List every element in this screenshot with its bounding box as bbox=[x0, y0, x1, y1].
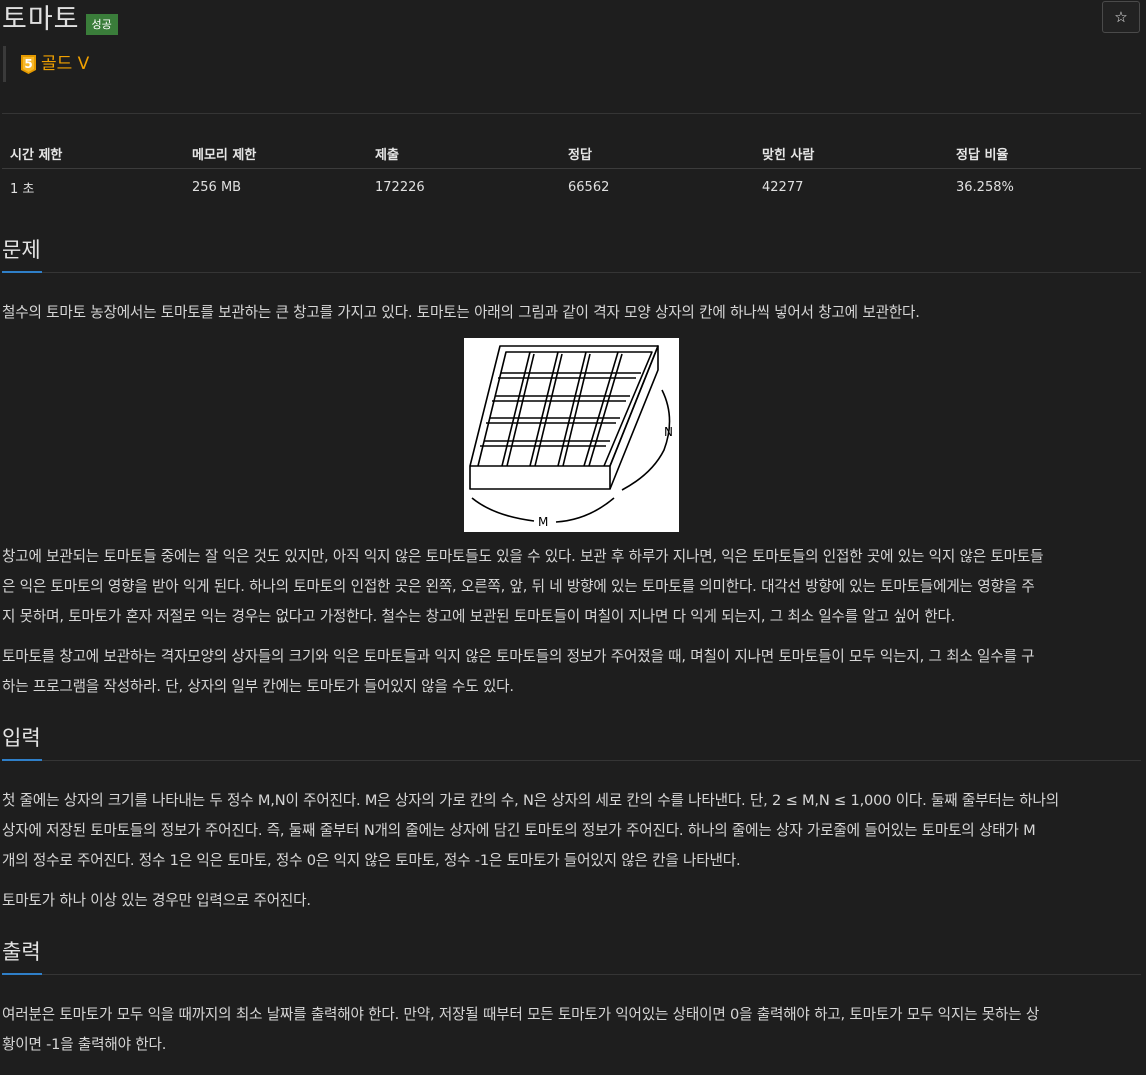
problem-paragraph: 철수의 토마토 농장에서는 토마토를 보관하는 큰 창고를 가지고 있다. 토마… bbox=[2, 304, 920, 321]
tomato-box-diagram: N M bbox=[469, 345, 673, 529]
section-title-output: 출력 bbox=[2, 940, 41, 964]
tomato-box-figure: N M bbox=[464, 338, 679, 532]
output-paragraph-line: 황이면 -1을 출력해야 한다. bbox=[2, 1036, 167, 1053]
table-header-cell: 정답 비율 bbox=[956, 147, 1009, 163]
output-paragraph-line: 여러분은 토마토가 모두 익을 때까지의 최소 날짜를 출력해야 한다. 만약,… bbox=[2, 1006, 1040, 1023]
input-paragraph-line: 토마토가 하나 이상 있는 경우만 입력으로 주어진다. bbox=[2, 892, 311, 909]
tier-block: 5 골드 V bbox=[3, 46, 89, 82]
problem-title: 토마토 bbox=[2, 4, 80, 35]
table-header-cell: 정답 bbox=[568, 147, 592, 163]
input-paragraph-line: 개의 정수로 주어진다. 정수 1은 익은 토마토, 정수 0은 익지 않은 토… bbox=[2, 852, 741, 869]
table-header-cell: 맞힌 사람 bbox=[762, 147, 815, 163]
section-divider bbox=[2, 974, 1141, 975]
section-divider bbox=[2, 272, 1141, 273]
submissions-value[interactable]: 172226 bbox=[367, 180, 560, 195]
solved-users-value[interactable]: 42277 bbox=[754, 180, 948, 195]
memory-limit-value: 256 MB bbox=[192, 179, 242, 195]
problem-info-table: 시간 제한 메모리 제한 제출 정답 맞힌 사람 정답 비율 1 초 256 M… bbox=[2, 138, 1141, 205]
problem-paragraph-line: 은 익은 토마토의 영향을 받아 익게 된다. 하나의 토마토의 인접한 곳은 … bbox=[2, 578, 1035, 595]
accept-ratio-value: 36.258% bbox=[956, 179, 1014, 195]
input-paragraph-line: 첫 줄에는 상자의 크기를 나타내는 두 정수 M,N이 주어진다. M은 상자… bbox=[2, 792, 1059, 809]
section-accent bbox=[2, 973, 42, 975]
tier-label[interactable]: 골드 V bbox=[41, 53, 89, 75]
section-title-input: 입력 bbox=[2, 726, 41, 750]
tier-number: 5 bbox=[24, 57, 32, 71]
section-accent bbox=[2, 271, 42, 273]
section-divider bbox=[2, 760, 1141, 761]
table-row: 1 초 256 MB 172226 66562 42277 36.258% bbox=[2, 169, 1141, 205]
input-paragraph-line: 상자에 저장된 토마토들의 정보가 주어진다. 즉, 둘째 줄부터 N개의 줄에… bbox=[2, 822, 1036, 839]
problem-paragraph-line: 하는 프로그램을 작성하라. 단, 상자의 일부 칸에는 토마토가 들어있지 않… bbox=[2, 678, 514, 695]
time-limit-value: 1 초 bbox=[10, 181, 35, 197]
bookmark-star-button[interactable]: ☆ bbox=[1102, 1, 1140, 33]
table-header-cell: 시간 제한 bbox=[10, 147, 63, 163]
problem-paragraph-line: 지 못하며, 토마토가 혼자 저절로 익는 경우는 없다고 가정한다. 철수는 … bbox=[2, 608, 956, 625]
header-divider bbox=[2, 113, 1141, 114]
accepted-value[interactable]: 66562 bbox=[560, 180, 754, 195]
problem-header: 토마토 성공 bbox=[2, 0, 118, 40]
result-badge: 성공 bbox=[85, 13, 118, 35]
gold-tier-icon: 5 bbox=[21, 54, 36, 74]
problem-page: 토마토 성공 ☆ 5 골드 V 시간 제한 메모리 제한 제출 정답 맞힌 사람… bbox=[0, 0, 1146, 1075]
figure-label-n: N bbox=[664, 425, 673, 439]
problem-paragraph-line: 창고에 보관되는 토마토들 중에는 잘 익은 것도 있지만, 아직 익지 않은 … bbox=[2, 548, 1044, 565]
figure-label-m: M bbox=[538, 515, 548, 529]
table-header-row: 시간 제한 메모리 제한 제출 정답 맞힌 사람 정답 비율 bbox=[2, 138, 1141, 169]
star-icon: ☆ bbox=[1114, 8, 1128, 26]
problem-paragraph-line: 토마토를 창고에 보관하는 격자모양의 상자들의 크기와 익은 토마토들과 익지… bbox=[2, 648, 1035, 665]
table-header-cell: 메모리 제한 bbox=[192, 147, 257, 163]
section-accent bbox=[2, 759, 42, 761]
table-header-cell: 제출 bbox=[375, 147, 399, 163]
section-title-problem: 문제 bbox=[2, 238, 41, 262]
